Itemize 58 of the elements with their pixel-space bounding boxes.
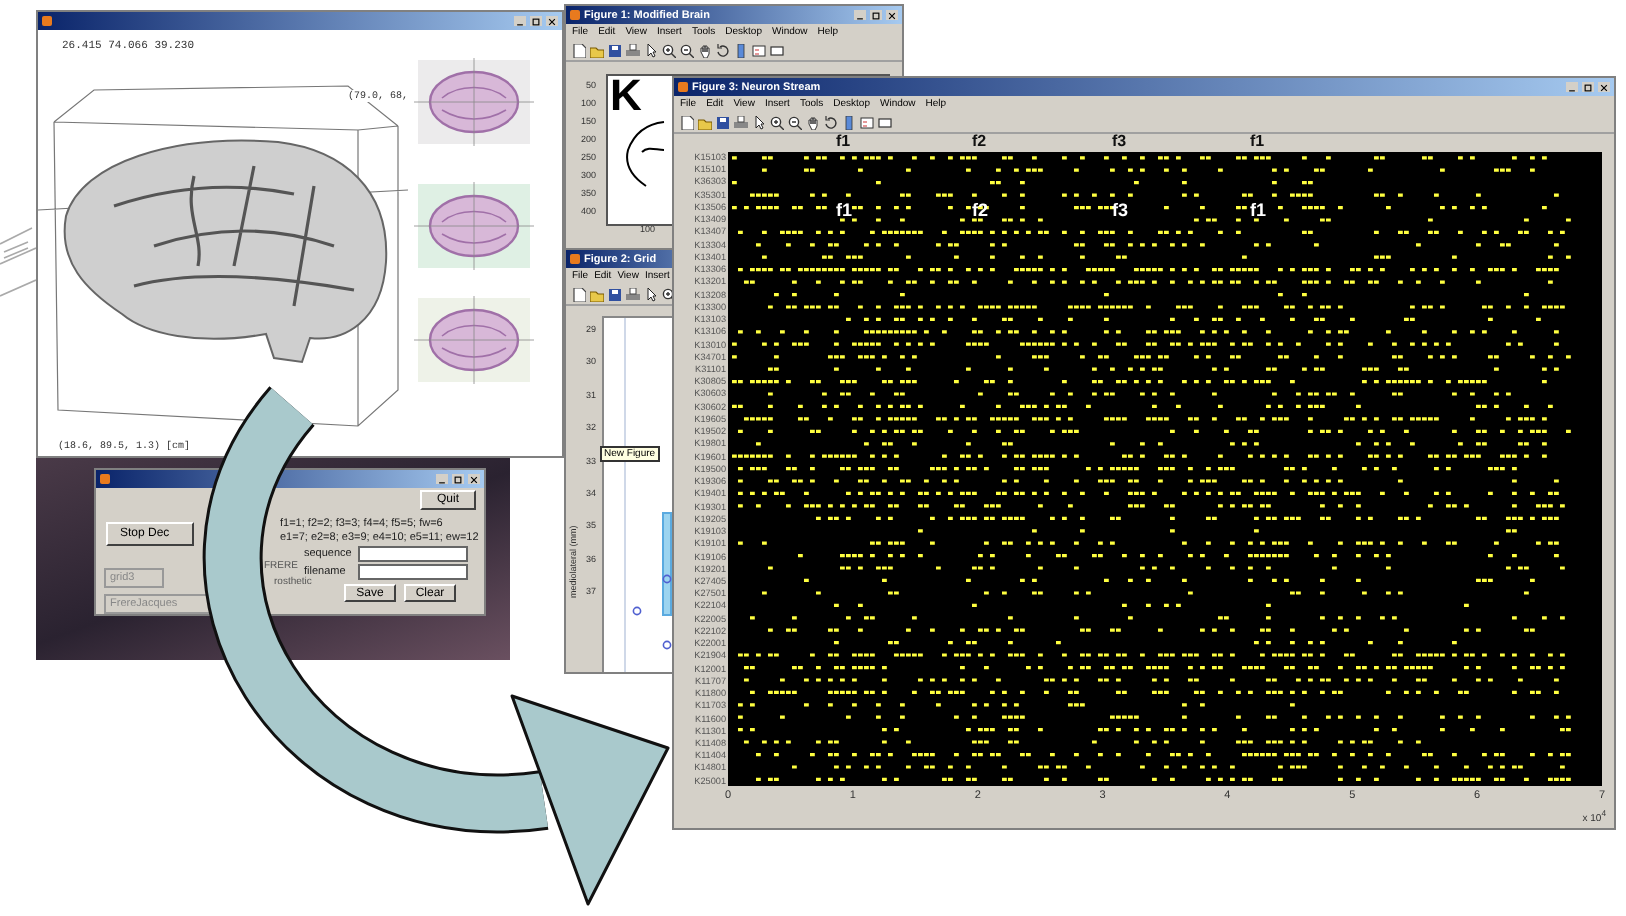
rectangle-icon[interactable] [878, 115, 892, 129]
legend-icon[interactable] [860, 115, 874, 129]
phrase-label: f1 [836, 200, 853, 220]
maximize-icon[interactable] [1584, 83, 1592, 91]
brain-slice-drawing [414, 58, 534, 146]
colorbar-icon[interactable] [842, 115, 856, 129]
maximize-icon[interactable] [454, 475, 462, 483]
text-field[interactable] [358, 564, 468, 580]
phrase-label: f2 [972, 132, 987, 150]
new-file-icon[interactable] [572, 43, 586, 57]
zoom-in-icon[interactable] [662, 43, 676, 57]
electrode-marker-icon [662, 574, 672, 584]
rotate-icon[interactable] [716, 43, 730, 57]
app-icon [42, 16, 52, 26]
pointer-icon[interactable] [752, 115, 766, 129]
curve-drawing [622, 118, 666, 190]
zoom-in-icon[interactable] [770, 115, 784, 129]
close-icon[interactable] [888, 11, 896, 19]
zoom-out-icon[interactable] [788, 115, 802, 129]
hand-icon[interactable] [698, 43, 712, 57]
electrode-marker-icon [632, 606, 642, 616]
text-field[interactable] [358, 546, 468, 562]
save-icon[interactable] [716, 115, 730, 129]
zoom-out-icon[interactable] [680, 43, 694, 57]
phrase-label: f1 [1250, 200, 1267, 220]
rectangle-icon[interactable] [770, 43, 784, 57]
maximize-icon[interactable] [532, 17, 540, 25]
phrase-label: f3 [1112, 132, 1127, 150]
hand-icon[interactable] [806, 115, 820, 129]
printer-icon[interactable] [734, 115, 748, 129]
maximize-icon[interactable] [872, 11, 880, 19]
colorbar-icon[interactable] [734, 43, 748, 57]
new-file-icon[interactable] [680, 115, 694, 129]
electrode-bar [662, 512, 672, 616]
plot-letter: K [610, 74, 642, 118]
printer-icon[interactable] [626, 43, 640, 57]
close-icon[interactable] [470, 475, 478, 483]
close-icon[interactable] [548, 17, 556, 25]
app-icon [678, 82, 688, 92]
new-file-icon[interactable] [572, 287, 586, 301]
phrase-label: f2 [972, 200, 989, 220]
printer-icon[interactable] [626, 287, 640, 301]
electrode-marker-icon [662, 640, 672, 650]
pointer-icon[interactable] [644, 287, 658, 301]
brain-slice-drawing [414, 296, 534, 384]
app-icon [570, 254, 580, 264]
close-icon[interactable] [1600, 83, 1608, 91]
save-icon[interactable] [608, 43, 622, 57]
rotate-icon[interactable] [824, 115, 838, 129]
phrase-label: f1 [1250, 132, 1265, 150]
phrase-label: f1 [836, 132, 851, 150]
save-icon[interactable] [608, 287, 622, 301]
pointer-icon[interactable] [644, 43, 658, 57]
app-icon [100, 474, 110, 484]
legend-icon[interactable] [752, 43, 766, 57]
phrase-label: f3 [1112, 200, 1129, 220]
brain-slice-drawing [414, 182, 534, 270]
app-icon [570, 10, 580, 20]
